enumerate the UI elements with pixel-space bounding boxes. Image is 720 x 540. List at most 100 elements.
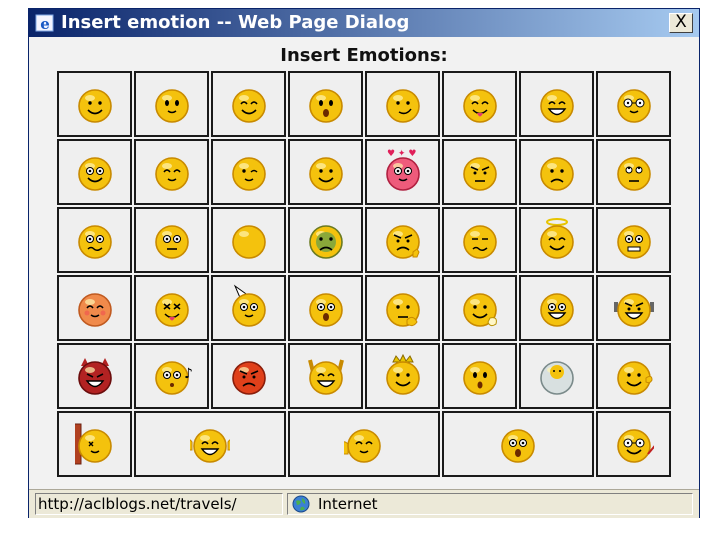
emoticon-angry-red[interactable] [211,343,286,409]
emoticon-nerd-glasses[interactable] [596,71,671,137]
nerd-glasses-icon [614,80,654,128]
bashing-wall-icon [74,420,115,468]
king-icon [383,352,423,400]
status-bar: http://aclblogs.net/travels/ Internet [29,489,699,518]
emoticon-content-smile[interactable] [365,71,440,137]
dialog-heading: Insert Emotions: [280,45,448,66]
happy-closed-eyes-icon [229,80,269,128]
emoticon-confused[interactable] [134,207,209,273]
glasses-smile-icon [75,148,115,196]
angel-icon [537,216,577,264]
laughing-icon [537,284,577,332]
emoticon-blushing[interactable] [57,275,132,341]
emoticon-party-hat[interactable] [211,275,286,341]
clapping-icon [614,352,654,400]
emoticon-scared[interactable] [596,207,671,273]
emoticon-glasses-smile[interactable] [57,139,132,205]
emoticon-flexing[interactable] [596,275,671,341]
whistling-icon: ♪ [152,352,192,400]
window-title: Insert emotion -- Web Page Dialog [61,12,410,33]
angry-red-icon [229,352,269,400]
emoticon-toilet[interactable] [519,343,594,409]
security-zone: Internet [287,493,693,515]
smile-icon [75,80,115,128]
devil-icon [75,352,115,400]
emoticon-cheering[interactable] [288,343,363,409]
svg-text:♪: ♪ [184,366,192,382]
rolling-eyes-icon [614,148,654,196]
worried-icon [75,216,115,264]
blushing-icon [75,284,115,332]
annoyed-icon [460,148,500,196]
emoticon-glasses-writing[interactable] [596,411,671,477]
status-url: http://aclblogs.net/travels/ [35,493,283,515]
emoticon-shocked[interactable] [288,275,363,341]
waving-icon [460,284,500,332]
smile-wide-icon [306,148,346,196]
emoticon-bashing-wall[interactable] [57,411,132,477]
emoticon-happy-closed-eyes[interactable] [211,71,286,137]
emoticon-angel[interactable] [519,207,594,273]
big-grin-icon [537,80,577,128]
emoticon-grid: ♥ ✦ ♥ ♪ [57,71,677,481]
emoticon-angry-shaking-fist[interactable] [365,207,440,273]
emoticon-surprised[interactable] [288,71,363,137]
confused-icon [152,216,192,264]
shy-hand-icon [344,420,384,468]
emoticon-wink[interactable] [211,139,286,205]
emoticon-whistling[interactable]: ♪ [134,343,209,409]
flexing-icon [613,284,654,332]
dialog-content: Insert Emotions: ♥ ✦ ♥ ♪ [29,37,699,489]
angry-shaking-fist-icon [383,216,423,264]
emoticon-green-sick[interactable] [288,207,363,273]
toilet-icon [537,352,577,400]
emoticon-clapping[interactable] [596,343,671,409]
tired-icon [460,216,500,264]
svg-text:♥ ✦ ♥: ♥ ✦ ♥ [387,149,416,159]
thinking-icon [383,284,423,332]
emoticon-thinking[interactable] [365,275,440,341]
emoticon-surprised-oh[interactable] [442,343,517,409]
globe-icon [292,495,310,513]
wink-icon [229,148,269,196]
title-bar[interactable]: e Insert emotion -- Web Page Dialog X [29,9,699,37]
emoticon-tongue-out[interactable] [442,71,517,137]
sick-tongue-icon [152,284,192,332]
emoticon-love-struck[interactable]: ♥ ✦ ♥ [365,139,440,205]
thumbs-up-icon [190,420,230,468]
relieved-icon [152,148,192,196]
emoticon-smile[interactable] [57,71,132,137]
close-button[interactable]: X [669,13,693,33]
svg-text:e: e [40,15,50,33]
shocked-icon [306,284,346,332]
green-sick-icon [306,216,346,264]
dancing-trio-icon [498,420,538,468]
love-struck-icon: ♥ ✦ ♥ [383,148,423,196]
emoticon-sick-tongue[interactable] [134,275,209,341]
tongue-out-icon [460,80,500,128]
emoticon-worried[interactable] [57,207,132,273]
emoticon-annoyed[interactable] [442,139,517,205]
surprised-icon [306,80,346,128]
emoticon-rolling-eyes[interactable] [596,139,671,205]
emoticon-waving[interactable] [442,275,517,341]
emoticon-big-grin[interactable] [519,71,594,137]
emoticon-slight-smile[interactable] [134,71,209,137]
dialog-window: e Insert emotion -- Web Page Dialog X In… [28,8,700,518]
emoticon-plain-face[interactable] [211,207,286,273]
emoticon-dancing-trio[interactable] [442,411,594,477]
emoticon-tired[interactable] [442,207,517,273]
content-smile-icon [383,80,423,128]
emoticon-thumbs-up[interactable] [134,411,286,477]
emoticon-devil[interactable] [57,343,132,409]
emoticon-relieved[interactable] [134,139,209,205]
frown-icon [537,148,577,196]
surprised-oh-icon [460,352,500,400]
emoticon-king[interactable] [365,343,440,409]
emoticon-laughing[interactable] [519,275,594,341]
emoticon-frown[interactable] [519,139,594,205]
emoticon-shy-hand[interactable] [288,411,440,477]
slight-smile-icon [152,80,192,128]
zone-label: Internet [318,495,378,513]
emoticon-smile-wide[interactable] [288,139,363,205]
